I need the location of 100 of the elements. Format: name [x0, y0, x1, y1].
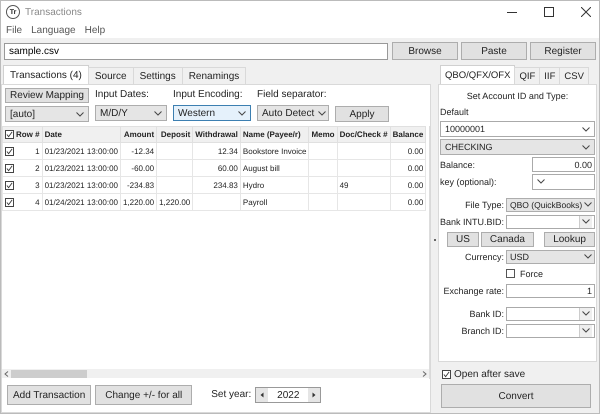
column-header[interactable]: Date [42, 126, 120, 142]
add-transaction-button[interactable]: Add Transaction [7, 385, 92, 405]
menu-item[interactable]: Language [31, 25, 76, 36]
tab[interactable]: Settings [132, 67, 183, 84]
window-title: Transactions [25, 6, 82, 18]
table-cell: 0.00 [390, 176, 426, 194]
scroll-left-icon[interactable] [4, 370, 9, 376]
open-after-save-checkbox[interactable] [442, 370, 451, 379]
table-cell: 01/23/2021 13:00:00 [42, 176, 120, 194]
file-type-dropdown[interactable]: QBO (QuickBooks) [506, 198, 595, 212]
table-cell: 234.83 [192, 176, 240, 194]
table-cell: Hydro [240, 176, 309, 194]
review-mapping-button[interactable]: Review Mapping [5, 88, 89, 103]
column-header[interactable]: Withdrawal [192, 126, 240, 142]
separator-dropdown[interactable]: Auto Detect [257, 105, 329, 121]
tab[interactable]: QBO/QFX/OFX [440, 65, 516, 84]
table-cell [337, 142, 390, 160]
field-label: Field separator: [257, 88, 328, 102]
row-checkbox[interactable] [5, 180, 14, 190]
row-checkbox[interactable] [5, 198, 14, 206]
change-sign-button[interactable]: Change +/- for all [95, 385, 192, 405]
row-number: 1 [35, 146, 40, 156]
column-header[interactable]: Amount [120, 126, 157, 142]
apply-button[interactable]: Apply [335, 106, 389, 122]
maximize-icon[interactable] [544, 7, 554, 17]
field-label: Set year: [211, 388, 252, 402]
table-cell: -234.83 [120, 176, 157, 194]
row-checkbox[interactable] [5, 146, 14, 156]
account-type-dropdown[interactable]: CHECKING [440, 139, 595, 155]
field-label: Default [440, 106, 470, 119]
table-cell [337, 160, 390, 176]
currency-dropdown[interactable]: USD [506, 250, 595, 264]
table-cell: 01/23/2021 13:00:00 [42, 160, 120, 176]
caret-icon [584, 202, 592, 207]
close-icon[interactable] [581, 7, 591, 17]
force-checkbox[interactable] [506, 269, 515, 278]
table-cell: Bookstore Invoice [240, 142, 309, 160]
caret-icon [537, 179, 545, 184]
table-cell [156, 176, 193, 194]
column-header[interactable]: Deposit [156, 126, 193, 142]
caret-icon [154, 110, 162, 116]
region-button[interactable]: US [447, 232, 479, 246]
convert-button[interactable]: Convert [441, 384, 591, 408]
column-header[interactable]: Memo [308, 126, 338, 142]
checkbox-label: Force [520, 268, 544, 278]
menu-item[interactable]: File [6, 25, 22, 36]
file-action-button[interactable]: Paste [461, 42, 527, 60]
tab[interactable]: Source [88, 67, 134, 84]
encoding-dropdown[interactable]: Western [173, 105, 251, 121]
column-header[interactable]: Doc/Check # [337, 126, 390, 142]
caret-icon [238, 110, 246, 116]
balance-field[interactable]: 0.00 [532, 157, 595, 172]
caret-icon [318, 110, 326, 116]
field-label: Input Dates: [95, 88, 150, 102]
region-button[interactable]: Canada [480, 232, 534, 246]
row-checkbox[interactable] [5, 164, 14, 172]
field-label: Bank ID: [468, 308, 504, 318]
date-format-dropdown[interactable]: M/D/Y [95, 105, 167, 121]
checkbox-label: Open after save [454, 369, 526, 380]
table-cell [156, 142, 193, 160]
column-header[interactable]: Row # [2, 126, 42, 142]
field-label: Input Encoding: [173, 88, 244, 102]
splitter-handle[interactable] [434, 238, 436, 240]
table-cell [308, 142, 338, 160]
table-cell: 0.00 [390, 160, 426, 176]
field-label: Bank INTU.BID: [440, 216, 504, 226]
table-cell: 12.34 [192, 142, 240, 160]
table-cell: -12.34 [120, 142, 157, 160]
caret-icon [582, 144, 590, 150]
table-cell [337, 194, 390, 210]
row-number: 3 [35, 180, 40, 190]
table-cell [308, 160, 338, 176]
mapping-dropdown[interactable]: [auto] [5, 106, 89, 122]
tab[interactable]: CSV [559, 67, 589, 84]
file-action-button[interactable]: Browse [392, 42, 458, 60]
caret-icon [582, 126, 590, 132]
file-action-button[interactable]: Register [530, 42, 596, 60]
tab[interactable]: Transactions (4) [3, 65, 89, 84]
table-cell: 01/24/2021 13:00:00 [42, 194, 120, 210]
caret-icon [582, 328, 590, 333]
select-all-checkbox[interactable] [5, 130, 14, 139]
table-cell: 60.00 [192, 160, 240, 176]
account-id-dropdown[interactable]: 10000001 [440, 121, 595, 137]
column-header[interactable]: Name (Payee/r) [240, 126, 309, 142]
header-text: Row # [16, 130, 40, 139]
lookup-button[interactable]: Lookup [544, 232, 595, 246]
file-path-field[interactable]: sample.csv [4, 42, 388, 60]
scroll-right-icon[interactable] [422, 370, 427, 376]
table-cell: 0.00 [390, 194, 426, 210]
column-header[interactable]: Balance [390, 126, 426, 142]
caret-icon [582, 219, 590, 224]
exchange-rate-field[interactable]: 1 [506, 284, 595, 298]
caret-icon [584, 254, 592, 259]
menu-item[interactable]: Help [84, 25, 106, 36]
tab[interactable]: QIF [514, 67, 540, 84]
year-spinner[interactable]: 2022 [255, 387, 322, 403]
field-label: key (optional): [440, 176, 497, 188]
tab[interactable]: Renamings [182, 67, 246, 84]
field-label: File Type: [464, 200, 504, 210]
horizontal-scrollbar[interactable] [2, 369, 429, 378]
